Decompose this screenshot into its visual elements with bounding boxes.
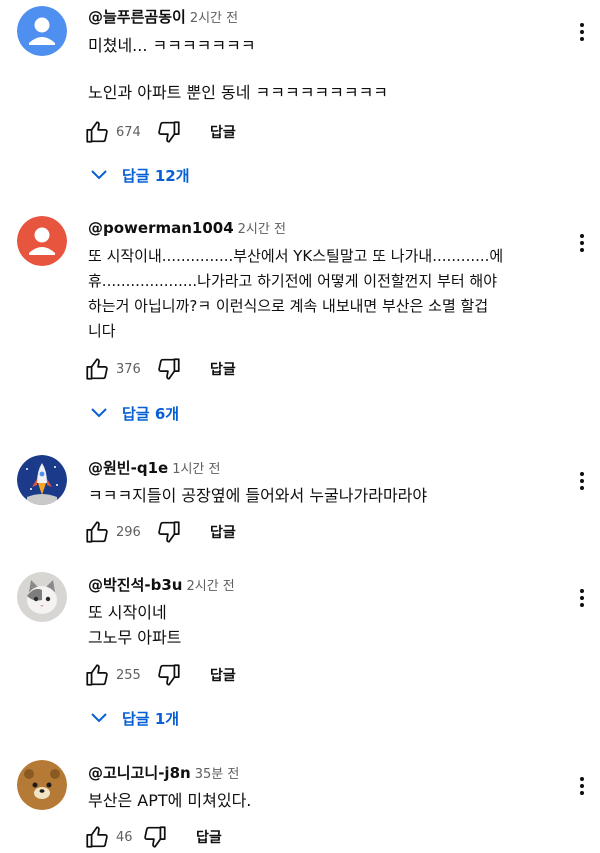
avatar-bear[interactable] [17,760,67,810]
dislike-icon[interactable] [156,356,182,382]
like-count: 674 [116,124,141,140]
avatar-rocket[interactable] [17,455,67,505]
replies-label: 답글 6개 [122,404,180,423]
dislike-icon[interactable] [142,824,168,850]
like-count: 376 [116,361,141,377]
more-options-icon[interactable] [572,20,592,44]
comment-body: ㅋㅋㅋ지들이 공장옆에 들어와서 누굴나가라마라야 [88,486,428,505]
replies-label: 답글 12개 [122,166,190,185]
chevron-down-icon [91,170,107,180]
reply-button[interactable]: 답글 [210,359,236,379]
like-icon[interactable] [84,119,110,145]
like-count: 296 [116,524,141,540]
dislike-icon[interactable] [156,119,182,145]
comment-author[interactable]: @원빈-q1e [88,459,168,477]
like-icon[interactable] [84,824,110,850]
comment-time[interactable]: 2시간 전 [190,11,238,26]
chevron-down-icon [91,713,107,723]
avatar-default-blue[interactable] [17,6,67,56]
reply-button[interactable]: 답글 [210,122,236,142]
comment-time[interactable]: 2시간 전 [238,222,286,237]
more-options-icon[interactable] [572,774,592,798]
more-options-icon[interactable] [572,469,592,493]
reply-button[interactable]: 답글 [196,827,222,847]
like-icon[interactable] [84,356,110,382]
comment-body: 미쳤네... ㅋㅋㅋㅋㅋㅋㅋ 노인과 아파트 뿐인 동네 ㅋㅋㅋㅋㅋㅋㅋㅋㅋ [88,36,389,102]
comment-time[interactable]: 1시간 전 [172,462,220,477]
view-replies-button[interactable]: 답글 12개 [90,162,190,188]
dislike-icon[interactable] [156,519,182,545]
like-count: 46 [116,829,133,845]
comment-time[interactable]: 2시간 전 [186,579,234,594]
comment-author[interactable]: @늘푸른곰동이 [88,8,186,26]
avatar-default-red[interactable] [17,216,67,266]
view-replies-button[interactable]: 답글 1개 [90,705,179,731]
view-replies-button[interactable]: 답글 6개 [90,400,179,426]
comment-author[interactable]: @박진석-b3u [88,576,182,594]
comment-time[interactable]: 35분 전 [195,767,240,782]
like-icon[interactable] [84,519,110,545]
more-options-icon[interactable] [572,586,592,610]
reply-button[interactable]: 답글 [210,665,236,685]
chevron-down-icon [91,408,107,418]
comment-body: 부산은 APT에 미쳐있다. [88,791,252,810]
avatar-cat[interactable] [17,572,67,622]
like-count: 255 [116,667,141,683]
like-icon[interactable] [84,662,110,688]
replies-label: 답글 1개 [122,709,180,728]
comment-author[interactable]: @powerman1004 [88,219,234,237]
comment-body: 또 시작이내...............부산에서 YK스틸말고 또 나가내..… [88,247,504,340]
comment-author[interactable]: @고니고니-j8n [88,764,191,782]
dislike-icon[interactable] [156,662,182,688]
comment-body: 또 시작이네 그노무 아파트 [88,603,182,647]
more-options-icon[interactable] [572,231,592,255]
reply-button[interactable]: 답글 [210,522,236,542]
